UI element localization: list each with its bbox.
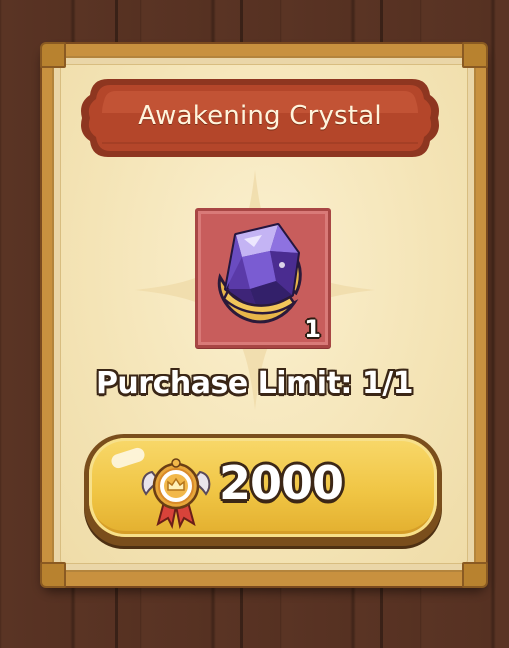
medal-icon (141, 458, 211, 530)
corner-ornament-top-right (462, 42, 488, 68)
item-title: Awakening Crystal (138, 101, 382, 131)
item-tile[interactable]: 1 (195, 208, 331, 348)
corner-ornament-bottom-right (462, 562, 488, 588)
purchase-limit-label: Purchase Limit: 1/1 (95, 366, 414, 401)
corner-ornament-top-left (40, 42, 66, 68)
price-label: 2000 (219, 456, 344, 510)
item-quantity: 1 (304, 315, 321, 343)
buy-button[interactable]: 2000 (84, 434, 442, 546)
corner-ornament-bottom-left (40, 562, 66, 588)
title-banner: Awakening Crystal (78, 73, 442, 163)
